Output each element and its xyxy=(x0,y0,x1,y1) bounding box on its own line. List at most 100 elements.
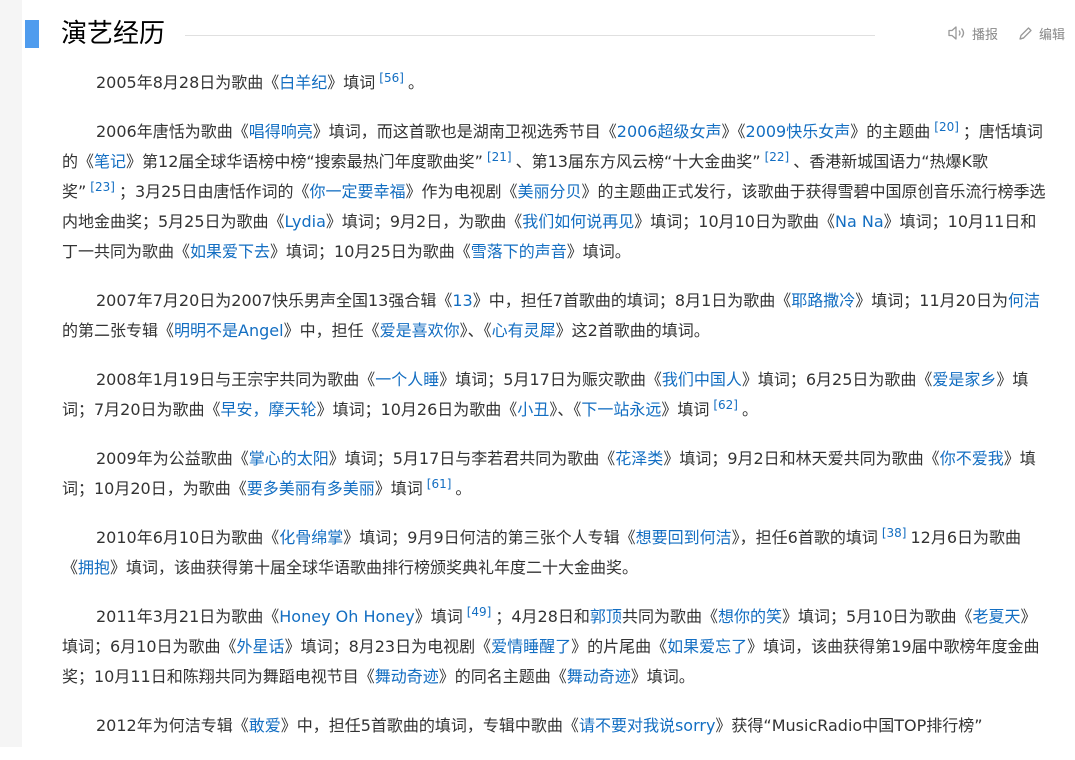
song-link[interactable]: 化骨绵掌 xyxy=(279,528,343,547)
song-link[interactable]: 雪落下的声音 xyxy=(471,242,567,261)
citation-ref[interactable]: [38] xyxy=(882,526,907,540)
song-link[interactable]: 心有灵犀 xyxy=(492,321,556,340)
song-link[interactable]: 拥抱 xyxy=(78,558,110,577)
song-link[interactable]: 13 xyxy=(452,291,472,310)
text-segment: 》获得“MusicRadio中国TOP排行榜” xyxy=(715,716,983,735)
text-segment: 。 xyxy=(742,400,759,419)
text-segment: 》填词，而这首歌也是湖南卫视选秀节目《 xyxy=(312,122,617,141)
song-link[interactable]: Honey Oh Honey xyxy=(279,607,414,626)
song-link[interactable]: 小丑 xyxy=(517,400,549,419)
text-segment: 》这2首歌曲的填词。 xyxy=(555,321,710,340)
song-link[interactable]: 郭顶 xyxy=(590,607,622,626)
citation-ref[interactable]: [22] xyxy=(765,150,790,164)
text-segment: 》，担任6首歌的填词 xyxy=(731,528,878,547)
paragraph: 2009年为公益歌曲《掌心的太阳》填词；5月17日与李若君共同为歌曲《花泽类》填… xyxy=(62,444,1052,504)
citation-ref[interactable]: [62] xyxy=(713,398,738,412)
song-link[interactable]: 舞动奇迹 xyxy=(567,667,631,686)
text-segment: 2007年7月20日为2007快乐男声全国13强合辑《 xyxy=(96,291,453,310)
song-link[interactable]: Lydia xyxy=(285,212,326,231)
text-segment: 2009年为公益歌曲《 xyxy=(96,449,249,468)
paragraph: 2012年为何洁专辑《敢爱》中，担任5首歌曲的填词，专辑中歌曲《请不要对我说so… xyxy=(62,711,1052,741)
text-segment: 2008年1月19日与王宗宇共同为歌曲《 xyxy=(96,370,376,389)
citation-ref[interactable]: [56] xyxy=(379,71,404,85)
song-link[interactable]: 外星话 xyxy=(237,637,285,656)
section-content: 2005年8月28日为歌曲《白羊纪》填词 [56]。 2006年唐恬为歌曲《唱得响亮… xyxy=(62,68,1052,760)
song-link[interactable]: Na Na xyxy=(835,212,884,231)
text-segment: 》填词；6月25日为歌曲《 xyxy=(741,370,933,389)
song-link[interactable]: 如果爱下去 xyxy=(190,242,270,261)
song-link[interactable]: 要多美丽有多美丽 xyxy=(247,479,375,498)
song-link[interactable]: 下一站永远 xyxy=(581,400,661,419)
text-segment: ；3月25日由唐恬作词的《 xyxy=(118,182,310,201)
song-link[interactable]: 想你的笑 xyxy=(718,607,782,626)
song-link[interactable]: 一个人睡 xyxy=(375,370,439,389)
text-segment: 》作为电视剧《 xyxy=(405,182,518,201)
text-segment: 》填词。 xyxy=(630,667,695,686)
song-link[interactable]: 敢爱 xyxy=(249,716,281,735)
text-segment: 》的同名主题曲《 xyxy=(438,667,567,686)
song-link[interactable]: 你不爱我 xyxy=(940,449,1004,468)
song-link[interactable]: 老夏天 xyxy=(973,607,1021,626)
speaker-icon xyxy=(948,26,966,40)
text-segment: 》填词 xyxy=(374,479,423,498)
song-link[interactable]: 美丽分贝 xyxy=(518,182,582,201)
song-link[interactable]: 掌心的太阳 xyxy=(249,449,329,468)
text-segment: 》填词；9月9日何洁的第三张个人专辑《 xyxy=(343,528,636,547)
pencil-icon xyxy=(1018,26,1033,41)
song-link[interactable]: 耶路撒冷 xyxy=(791,291,855,310)
text-segment: 》填词。 xyxy=(566,242,631,261)
text-segment: 2006年唐恬为歌曲《 xyxy=(96,122,249,141)
text-segment: 》中，担任《 xyxy=(283,321,380,340)
text-segment: 》填词；11月20日为 xyxy=(855,291,1008,310)
text-segment: 》的主题曲 xyxy=(850,122,931,141)
paragraph: 2010年6月10日为歌曲《化骨绵掌》填词；9月9日何洁的第三张个人专辑《想要回… xyxy=(62,523,1052,583)
text-segment: 》填词 xyxy=(661,400,710,419)
text-segment: 》填词；9月2日和林天爱共同为歌曲《 xyxy=(663,449,940,468)
citation-ref[interactable]: [21] xyxy=(487,150,512,164)
text-segment: 》填词；9月2日，为歌曲《 xyxy=(325,212,523,231)
paragraph: 2008年1月19日与王宗宇共同为歌曲《一个人睡》填词；5月17日为赈灾歌曲《我… xyxy=(62,365,1052,425)
song-link[interactable]: 白羊纪 xyxy=(279,73,327,92)
section-header: 演艺经历 播报 编辑 xyxy=(25,14,1065,54)
text-segment: 2011年3月21日为歌曲《 xyxy=(96,607,280,626)
song-link[interactable]: 2006超级女声 xyxy=(617,122,722,141)
text-segment: 、第13届东方风云榜“十大金曲奖” xyxy=(515,152,761,171)
song-link[interactable]: 我们中国人 xyxy=(662,370,742,389)
song-link[interactable]: 何洁 xyxy=(1008,291,1040,310)
section-title: 演艺经历 xyxy=(61,19,166,49)
song-link[interactable]: 我们如何说再见 xyxy=(522,212,634,231)
text-segment: 2012年为何洁专辑《 xyxy=(96,716,249,735)
song-link[interactable]: 想要回到何洁 xyxy=(636,528,732,547)
song-link[interactable]: 笔记 xyxy=(94,152,126,171)
song-link[interactable]: 请不要对我说sorry xyxy=(579,716,715,735)
citation-ref[interactable]: [23] xyxy=(90,180,115,194)
text-segment: 》中，担任7首歌曲的填词；8月1日为歌曲《 xyxy=(472,291,792,310)
header-tools: 播报 编辑 xyxy=(948,22,1065,44)
song-link[interactable]: 唱得响亮 xyxy=(249,122,313,141)
song-link[interactable]: 明明不是Angel xyxy=(174,321,284,340)
text-segment: 》填词；10月10日为歌曲《 xyxy=(634,212,835,231)
left-gutter xyxy=(0,0,22,747)
citation-ref[interactable]: [61] xyxy=(427,477,452,491)
edit-button[interactable]: 编辑 xyxy=(1018,24,1065,43)
text-segment: 》填词；10月25日为歌曲《 xyxy=(270,242,471,261)
song-link[interactable]: 如果爱忘了 xyxy=(667,637,747,656)
song-link[interactable]: 花泽类 xyxy=(615,449,663,468)
text-segment: 2010年6月10日为歌曲《 xyxy=(96,528,280,547)
text-segment: 的第二张专辑《 xyxy=(62,321,175,340)
song-link[interactable]: 爱情睡醒了 xyxy=(491,637,571,656)
song-link[interactable]: 舞动奇迹 xyxy=(375,667,439,686)
citation-ref[interactable]: [49] xyxy=(467,605,492,619)
song-link[interactable]: 爱是喜欢你 xyxy=(380,321,460,340)
song-link[interactable]: 早安，摩天轮 xyxy=(221,400,317,419)
song-link[interactable]: 爱是家乡 xyxy=(932,370,996,389)
text-segment: 》第12届全球华语榜中榜“搜索最热门年度歌曲奖” xyxy=(126,152,483,171)
broadcast-label: 播报 xyxy=(971,27,998,43)
broadcast-button[interactable]: 播报 xyxy=(948,24,998,43)
citation-ref[interactable]: [20] xyxy=(934,120,959,134)
song-link[interactable]: 你一定要幸福 xyxy=(309,182,405,201)
text-segment: 》填词；5月17日与李若君共同为歌曲《 xyxy=(328,449,616,468)
paragraph: 2005年8月28日为歌曲《白羊纪》填词 [56]。 xyxy=(62,68,1052,98)
song-link[interactable]: 2009快乐女声 xyxy=(746,122,851,141)
text-segment: 》填词；5月17日为赈灾歌曲《 xyxy=(439,370,662,389)
